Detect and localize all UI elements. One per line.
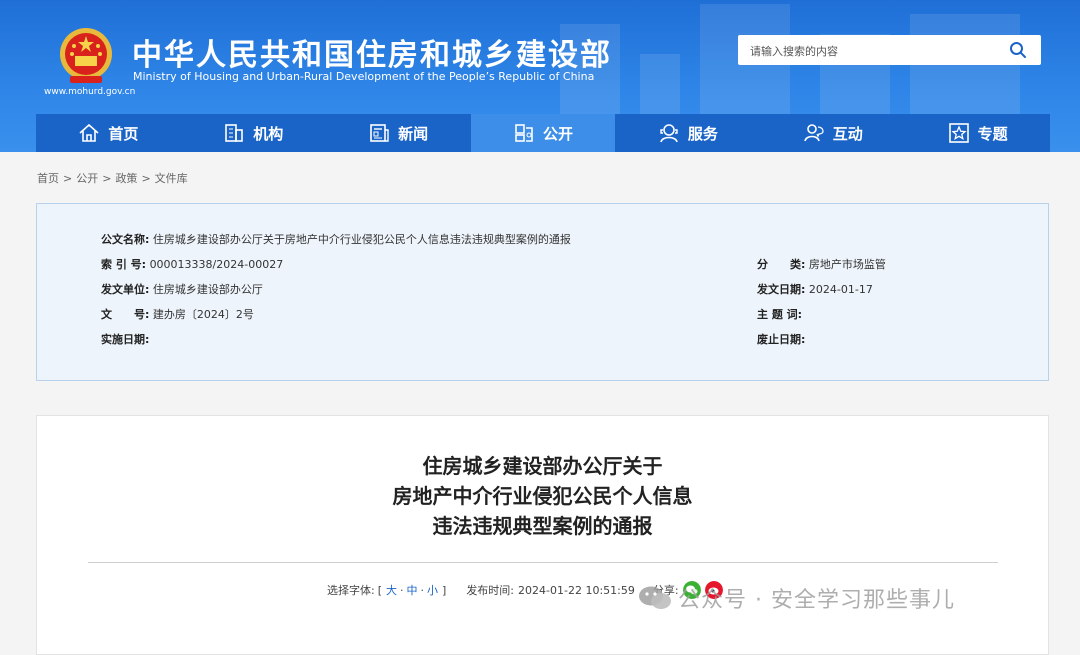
title-divider — [88, 562, 998, 563]
news-icon — [370, 124, 389, 142]
search-box — [738, 35, 1041, 65]
national-emblem-icon[interactable] — [58, 26, 114, 86]
breadcrumb-home[interactable]: 首页 — [37, 172, 59, 185]
search-input[interactable] — [748, 40, 1002, 62]
topic-icon — [948, 123, 969, 143]
search-icon[interactable] — [1009, 41, 1027, 59]
font-medium-button[interactable]: 中 — [407, 582, 418, 598]
wechat-watermark: 公众号 · 安全学习那些事儿 — [638, 582, 955, 614]
meta-issue-date: 发文日期: 2024-01-17 — [757, 281, 873, 297]
font-small-button[interactable]: 小 — [427, 582, 438, 598]
nav-item-label: 新闻 — [398, 124, 429, 143]
font-size-label: 选择字体: — [327, 584, 375, 597]
meta-key: 索 引 号: — [101, 258, 147, 271]
meta-value: 000013338/2024-00027 — [149, 258, 284, 271]
article-panel: 住房城乡建设部办公厅关于 房地产中介行业侵犯公民个人信息 违法违规典型案例的通报… — [36, 415, 1049, 655]
breadcrumb: 首页 > 公开 > 政策 > 文件库 — [37, 170, 188, 186]
document-metadata: 公文名称: 住房城乡建设部办公厅关于房地产中介行业侵犯公民个人信息违法违规典型案… — [36, 203, 1049, 381]
meta-value: 建办房〔2024〕2号 — [152, 308, 254, 321]
font-separator: · — [420, 583, 425, 597]
interact-icon — [803, 124, 824, 142]
nav-item-news[interactable]: 新闻 — [326, 114, 471, 152]
meta-key: 公文名称: — [101, 233, 150, 246]
meta-keywords: 主 题 词: — [757, 306, 802, 322]
meta-value: 住房城乡建设部办公厅 — [152, 283, 263, 296]
site-title[interactable]: 中华人民共和国住房和城乡建设部 — [132, 30, 612, 74]
meta-key: 文 号: — [101, 308, 150, 321]
wechat-logo-icon — [639, 586, 671, 609]
meta-value: 住房城乡建设部办公厅关于房地产中介行业侵犯公民个人信息违法违规典型案例的通报 — [152, 233, 571, 246]
article-title-line: 违法违规典型案例的通报 — [432, 514, 653, 538]
nav-item-institutions[interactable]: 机构 — [181, 114, 326, 152]
building-icon — [225, 124, 244, 142]
breadcrumb-separator: > — [63, 172, 73, 185]
font-bracket-open: [ — [377, 583, 383, 597]
publish-time-label: 发布时间: — [466, 584, 515, 597]
nav-item-open[interactable]: 公开 — [470, 114, 616, 152]
meta-value: 房地产市场监管 — [808, 258, 886, 271]
meta-category: 分 类: 房地产市场监管 — [757, 256, 886, 272]
meta-key: 废止日期: — [757, 333, 806, 346]
meta-key: 发文单位: — [101, 283, 150, 296]
meta-issuer: 发文单位: 住房城乡建设部办公厅 — [101, 281, 263, 297]
meta-expiry-date: 废止日期: — [757, 331, 805, 347]
font-bracket-close: ] — [442, 583, 447, 597]
breadcrumb-separator: > — [102, 172, 112, 185]
meta-key: 发文日期: — [757, 283, 806, 296]
home-icon — [79, 123, 99, 142]
article-title-line: 房地产中介行业侵犯公民个人信息 — [392, 484, 693, 508]
nav-item-label: 专题 — [977, 124, 1008, 143]
nav-item-label: 机构 — [253, 124, 284, 143]
meta-value: 2024-01-17 — [808, 283, 873, 296]
nav-item-label: 公开 — [543, 124, 574, 143]
breadcrumb-separator: > — [141, 172, 151, 185]
font-large-button[interactable]: 大 — [386, 582, 397, 598]
nav-item-label: 服务 — [687, 124, 718, 143]
nav-item-label: 首页 — [108, 124, 139, 143]
nav-item-home[interactable]: 首页 — [36, 114, 181, 152]
meta-doc-number: 文 号: 建办房〔2024〕2号 — [101, 306, 254, 322]
watermark-text: 公众号 · 安全学习那些事儿 — [678, 588, 955, 613]
meta-effective-date: 实施日期: — [101, 331, 149, 347]
nav-item-service[interactable]: 服务 — [615, 114, 760, 152]
meta-key: 分 类: — [757, 258, 806, 271]
site-subtitle: Ministry of Housing and Urban-Rural Deve… — [133, 70, 595, 83]
service-icon — [660, 124, 678, 143]
meta-key: 主 题 词: — [757, 308, 803, 321]
main-nav: 首页 机构 新闻 公开 服务 互动 专题 — [36, 114, 1050, 152]
open-icon — [515, 124, 533, 142]
publish-time-value: 2024-01-22 10:51:59 — [518, 583, 635, 597]
nav-item-topic[interactable]: 专题 — [905, 114, 1050, 152]
meta-doc-title: 公文名称: 住房城乡建设部办公厅关于房地产中介行业侵犯公民个人信息违法违规典型案… — [101, 231, 571, 247]
font-separator: · — [400, 583, 404, 597]
header-decoration — [640, 54, 680, 114]
article-title-line: 住房城乡建设部办公厅关于 — [422, 454, 663, 478]
site-url: www.mohurd.gov.cn — [44, 87, 136, 97]
meta-index-no: 索 引 号: 000013338/2024-00027 — [101, 256, 283, 272]
breadcrumb-library[interactable]: 文件库 — [155, 172, 188, 185]
breadcrumb-policy[interactable]: 政策 — [115, 172, 137, 185]
nav-item-label: 互动 — [832, 124, 863, 143]
nav-item-interaction[interactable]: 互动 — [760, 114, 905, 152]
meta-key: 实施日期: — [101, 333, 150, 346]
breadcrumb-open[interactable]: 公开 — [76, 172, 98, 185]
